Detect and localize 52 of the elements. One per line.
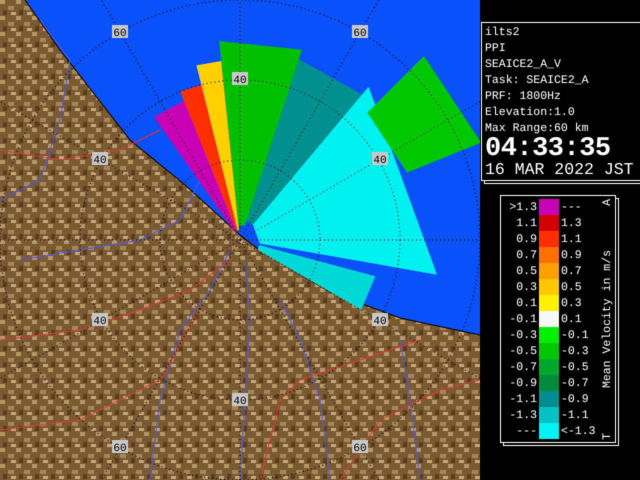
legend-upper-value: -0.7: [560, 376, 590, 390]
legend-mark: T: [600, 433, 614, 440]
legend-upper-value: 1.1: [560, 232, 583, 246]
range-label: 40: [232, 72, 248, 87]
legend-lower-value: 0.1: [515, 296, 538, 310]
legend-lower-value: 1.1: [515, 216, 538, 230]
scan-time: 04:33:35: [485, 137, 611, 161]
legend-lower-value: -0.9: [508, 376, 538, 390]
range-label: 60: [112, 25, 128, 40]
legend-lower-value: -1.1: [508, 392, 538, 406]
legend-title: Mean Velocity in m/s: [600, 250, 614, 389]
info-line: Task: SEAICE2_A: [485, 73, 590, 89]
range-label: 40: [92, 313, 108, 328]
legend-lower-value: -1.3: [508, 408, 538, 422]
legend-upper-value: 0.3: [560, 296, 583, 310]
range-label: 60: [352, 25, 368, 40]
legend-lower-value: -0.3: [508, 328, 538, 342]
legend-upper-value: -0.3: [560, 344, 590, 358]
scan-date: 16 MAR 2022 JST: [485, 161, 635, 179]
legend-upper-value: -0.5: [560, 360, 590, 374]
legend-lower-value: -0.1: [508, 312, 538, 326]
legend-lower-value: 0.9: [515, 232, 538, 246]
legend-upper-value: 0.5: [560, 280, 583, 294]
legend-upper-value: ---: [560, 200, 583, 214]
info-line: SEAICE2_A_V: [485, 57, 562, 73]
legend-lower-value: -0.5: [508, 344, 538, 358]
legend-lower-value: 0.5: [515, 264, 538, 278]
legend-lower-value: -0.7: [508, 360, 538, 374]
legend-lower-value: ---: [515, 424, 538, 438]
legend-lower-value: 0.3: [515, 280, 538, 294]
info-line: PPI: [485, 41, 507, 57]
range-label: 40: [372, 313, 388, 328]
legend-upper-value: 0.1: [560, 312, 583, 326]
legend-upper-value: 0.9: [560, 248, 583, 262]
range-label: 60: [352, 440, 368, 455]
legend-upper-value: 0.7: [560, 264, 583, 278]
legend-mark: A: [600, 199, 614, 206]
info-line: PRF: 1800Hz: [485, 89, 562, 105]
legend-upper-value: <-1.3: [560, 424, 597, 438]
legend-upper-value: -1.1: [560, 408, 590, 422]
range-label: 60: [112, 440, 128, 455]
legend-upper-value: -0.9: [560, 392, 590, 406]
legend-upper-value: -0.1: [560, 328, 590, 342]
legend-lower-value: >1.3: [508, 200, 538, 214]
range-label: 40: [232, 393, 248, 408]
legend-upper-value: 1.3: [560, 216, 583, 230]
info-line: Elevation:1.0: [485, 105, 576, 121]
info-line: ilts2: [485, 25, 521, 41]
info-line: Max Range:60 km: [485, 121, 590, 137]
legend-lower-value: 0.7: [515, 248, 538, 262]
range-label: 40: [92, 152, 108, 167]
range-label: 40: [372, 152, 388, 167]
